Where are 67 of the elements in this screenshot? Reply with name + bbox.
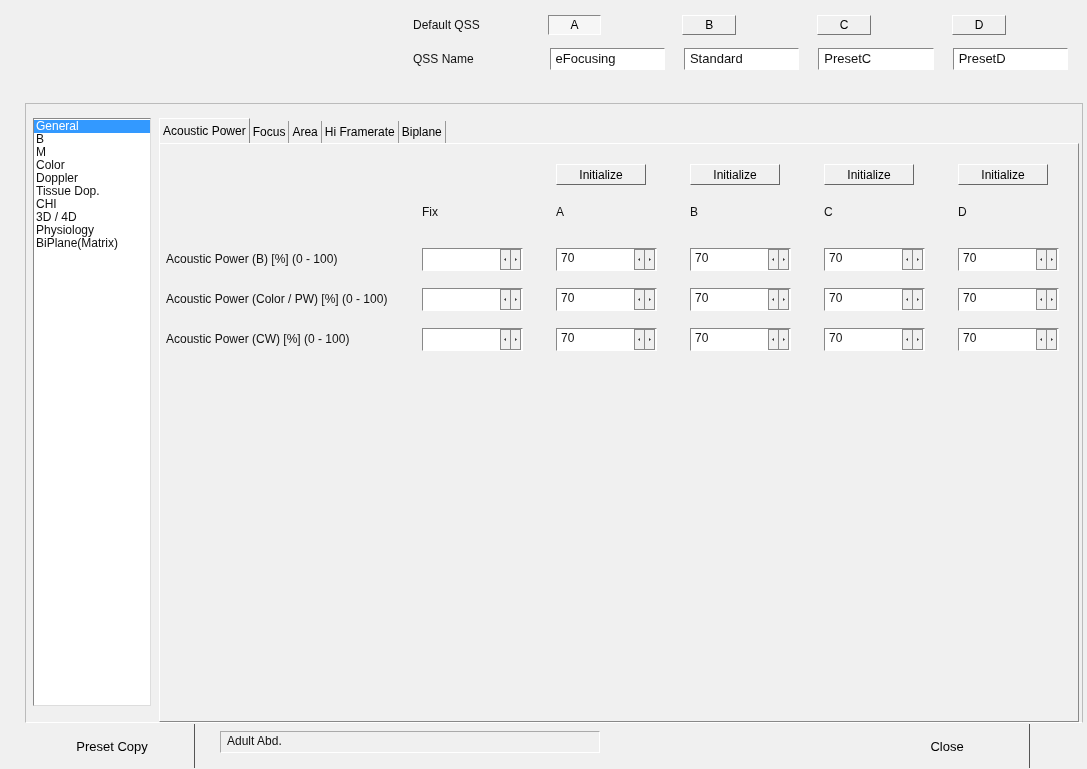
spin-arrows-icon[interactable] xyxy=(634,328,656,350)
spin-field[interactable]: 70 xyxy=(690,247,791,271)
qss-button[interactable]: D xyxy=(952,15,1006,35)
spin-arrows-icon[interactable] xyxy=(634,248,656,270)
qss-name-field[interactable]: eFocusing xyxy=(549,48,665,70)
spin-arrows-icon[interactable] xyxy=(1036,288,1058,310)
row-label: Acoustic Power (B) [%] (0 - 100) xyxy=(165,251,338,267)
preset-name-field: Adult Abd. xyxy=(220,731,600,753)
spin-field[interactable] xyxy=(422,327,523,351)
spin-field[interactable]: 70 xyxy=(958,327,1059,351)
category-item[interactable]: Physiology xyxy=(34,224,150,237)
tab[interactable]: Biplane xyxy=(398,121,446,143)
spin-arrows-icon[interactable] xyxy=(634,288,656,310)
spin-arrows-icon[interactable] xyxy=(500,328,522,350)
spin-arrows-icon[interactable] xyxy=(1036,248,1058,270)
category-item[interactable]: 3D / 4D xyxy=(34,211,150,224)
spin-field[interactable]: 70 xyxy=(824,247,925,271)
spin-field[interactable]: 70 xyxy=(824,327,925,351)
initialize-button[interactable]: Initialize xyxy=(958,164,1048,185)
spin-field[interactable]: 70 xyxy=(556,287,657,311)
qss-name-field[interactable]: PresetD xyxy=(952,48,1069,70)
qss-name-label: QSS Name xyxy=(413,52,475,66)
spin-arrows-icon[interactable] xyxy=(768,288,790,310)
spin-arrows-icon[interactable] xyxy=(902,328,924,350)
spin-arrows-icon[interactable] xyxy=(902,288,924,310)
spin-field[interactable]: 70 xyxy=(556,327,657,351)
default-qss-label: Default QSS xyxy=(413,18,481,32)
spin-arrows-icon[interactable] xyxy=(768,328,790,350)
column-header: Fix xyxy=(422,205,438,219)
category-item[interactable]: M xyxy=(34,146,150,159)
column-header: C xyxy=(824,205,833,219)
initialize-button[interactable]: Initialize xyxy=(690,164,780,185)
column-header: B xyxy=(690,205,698,219)
spin-field[interactable]: 70 xyxy=(958,287,1059,311)
column-header: D xyxy=(958,205,967,219)
category-item[interactable]: Doppler xyxy=(34,172,150,185)
qss-name-field[interactable]: PresetC xyxy=(818,48,934,70)
qss-name-field[interactable]: Standard xyxy=(683,48,800,70)
category-item[interactable]: BiPlane(Matrix) xyxy=(34,237,150,250)
spin-arrows-icon[interactable] xyxy=(500,288,522,310)
tab[interactable]: Focus xyxy=(249,121,290,143)
spin-field[interactable] xyxy=(422,247,523,271)
initialize-button[interactable]: Initialize xyxy=(556,164,646,185)
qss-button[interactable]: A xyxy=(547,15,602,35)
spin-arrows-icon[interactable] xyxy=(1036,328,1058,350)
tab[interactable]: Acoustic Power xyxy=(159,118,250,143)
spin-field[interactable]: 70 xyxy=(690,327,791,351)
spin-field[interactable]: 70 xyxy=(556,247,657,271)
category-item[interactable]: Tissue Dop. xyxy=(34,185,150,198)
spin-field[interactable]: 70 xyxy=(690,287,791,311)
spin-field[interactable] xyxy=(422,287,523,311)
tab[interactable]: Hi Framerate xyxy=(321,121,399,143)
initialize-button[interactable]: Initialize xyxy=(824,164,914,185)
column-header: A xyxy=(556,205,564,219)
spin-field[interactable]: 70 xyxy=(958,247,1059,271)
qss-button[interactable]: C xyxy=(817,15,872,35)
spin-field[interactable]: 70 xyxy=(824,287,925,311)
spin-arrows-icon[interactable] xyxy=(768,248,790,270)
category-item[interactable]: Color xyxy=(34,159,150,172)
tab[interactable]: Area xyxy=(289,121,322,143)
category-item[interactable]: B xyxy=(34,133,150,146)
row-label: Acoustic Power (CW) [%] (0 - 100) xyxy=(165,331,350,347)
qss-button[interactable]: B xyxy=(682,15,737,35)
spin-arrows-icon[interactable] xyxy=(902,248,924,270)
spin-arrows-icon[interactable] xyxy=(500,248,522,270)
category-item[interactable]: CHI xyxy=(34,198,150,211)
row-label: Acoustic Power (Color / PW) [%] (0 - 100) xyxy=(165,291,388,307)
